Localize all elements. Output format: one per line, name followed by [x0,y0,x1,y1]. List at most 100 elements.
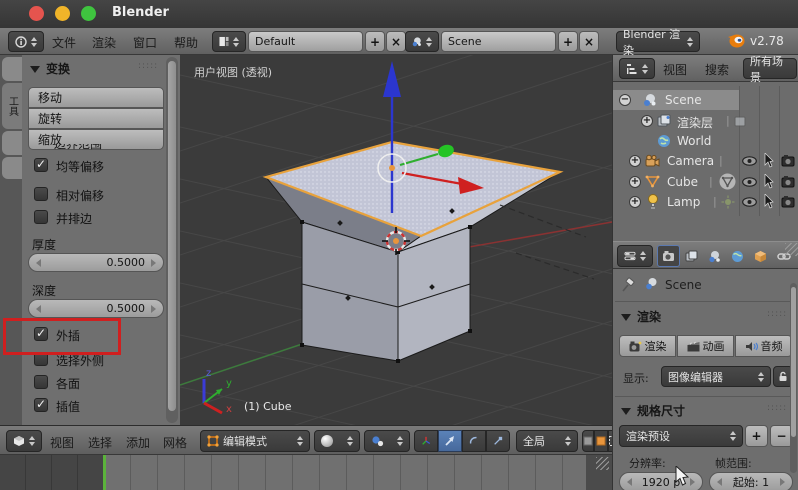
mesh-data-icon[interactable] [719,173,736,190]
visibility-eye-icon[interactable] [742,156,757,166]
properties-tab-object[interactable] [749,245,772,267]
menu-file[interactable]: 文件 [52,34,76,51]
selectability-cursor-icon[interactable] [763,174,774,189]
delete-scene-button[interactable]: × [579,31,599,52]
renderability-camera-icon[interactable] [781,195,796,208]
area-resize-corner[interactable] [785,243,798,256]
manipulator-toggle-button[interactable] [414,430,438,452]
tool-shelf-scrollbar[interactable] [166,57,178,423]
slider-left-arrow-icon[interactable] [717,478,722,486]
slider-right-arrow-icon[interactable] [689,478,695,486]
selectability-cursor-icon[interactable] [763,153,774,168]
outliner-row-renderlayers[interactable]: 渲染层 | [613,111,798,131]
shelf-tab-tools[interactable]: 工具 [2,83,22,129]
menu-help[interactable]: 帮助 [174,34,198,51]
outliner-menu-search[interactable]: 搜索 [705,61,729,78]
scene-icon-button[interactable] [405,31,439,52]
shelf-tab[interactable] [2,157,22,179]
renderability-camera-icon[interactable] [781,154,796,167]
area-resize-corner[interactable] [596,457,609,470]
depth-slider[interactable]: 0.5000 [28,299,164,318]
visibility-eye-icon[interactable] [742,197,757,207]
outliner-row-lamp[interactable]: Lamp | [613,192,798,212]
shelf-tab[interactable] [2,57,22,81]
screen-layout-name-field[interactable]: Default [248,31,363,52]
expand-icon[interactable] [629,176,641,188]
vertex-select-button[interactable] [582,430,594,452]
slider-right-arrow-icon[interactable] [151,258,156,267]
move-button[interactable]: 移动 [28,87,164,108]
animation-button[interactable]: 动画 [677,335,734,357]
editor-type-selector-outliner[interactable] [619,58,655,79]
minimize-window-button[interactable] [55,6,70,21]
panel-grip-icon[interactable] [767,403,787,413]
slider-left-arrow-icon[interactable] [36,258,41,267]
properties-tab-renderlayers[interactable] [680,245,703,267]
menu-select[interactable]: 选择 [88,434,112,451]
timeline-range[interactable] [104,455,586,490]
timeline-strip[interactable] [0,455,612,490]
slider-right-arrow-icon[interactable] [151,304,156,313]
even-offset-checkbox[interactable] [34,157,48,172]
edge-rail-checkbox[interactable] [34,210,48,224]
expand-icon[interactable] [629,155,641,167]
thickness-slider[interactable]: 0.5000 [28,253,164,272]
transform-panel-header[interactable]: 变换 [30,60,70,77]
slider-left-arrow-icon[interactable] [627,478,632,486]
add-preset-button[interactable]: + [745,425,768,447]
expand-icon[interactable] [629,196,641,208]
translate-manipulator-button[interactable] [438,430,462,452]
maximize-window-button[interactable] [81,6,96,21]
shelf-tab[interactable] [2,131,22,155]
renderability-camera-icon[interactable] [781,175,796,188]
slider-left-arrow-icon[interactable] [36,304,41,313]
properties-tab-world[interactable] [726,245,749,267]
individual-checkbox[interactable] [34,375,48,389]
properties-tab-render[interactable] [657,245,680,267]
panel-grip-icon[interactable] [138,61,158,71]
slider-right-arrow-icon[interactable] [779,478,785,486]
display-mode-dropdown[interactable]: 图像编辑器 [661,366,771,387]
delete-layout-button[interactable]: × [386,31,406,52]
outliner-row-camera[interactable]: Camera | [613,151,798,171]
properties-scrollbar[interactable] [790,283,797,473]
outliner-row-scene[interactable]: Scene [613,90,739,110]
outliner-filter-dropdown[interactable]: 所有场景 [743,55,797,84]
close-window-button[interactable] [29,6,44,21]
render-panel-header[interactable]: 渲染 [621,308,661,325]
orientation-dropdown[interactable]: 全局 [516,430,578,452]
menu-add[interactable]: 添加 [126,434,150,451]
resolution-x-slider[interactable]: 1920 p [619,472,703,490]
render-engine-dropdown[interactable]: Blender 渲染 [616,28,700,57]
render-presets-dropdown[interactable]: 渲染预设 [619,425,743,447]
menu-render[interactable]: 渲染 [92,34,116,51]
panel-grip-icon[interactable] [767,309,787,319]
properties-tab-scene[interactable] [703,245,726,267]
menu-window[interactable]: 窗口 [133,34,157,51]
menu-view[interactable]: 视图 [50,434,74,451]
pivot-point-dropdown[interactable] [364,430,410,452]
mode-dropdown[interactable]: 编辑模式 [200,430,310,452]
rotate-manipulator-button[interactable] [462,430,486,452]
expand-icon[interactable] [641,115,653,127]
screen-layout-icon-button[interactable] [212,31,246,52]
pin-icon[interactable] [621,277,637,293]
scene-name-field[interactable]: Scene [441,31,556,52]
rotate-button[interactable]: 旋转 [28,108,164,129]
current-frame-marker[interactable] [103,455,106,490]
outliner-menu-view[interactable]: 视图 [663,61,687,78]
frame-start-slider[interactable]: 起始: 1 [709,472,793,490]
audio-button[interactable]: 音频 [735,335,792,357]
render-button[interactable]: 渲染 [619,335,676,357]
outliner-row-world[interactable]: World [613,131,798,151]
add-scene-button[interactable]: + [558,31,578,52]
editor-type-selector-3dview[interactable] [6,430,42,452]
face-select-button[interactable] [594,430,608,452]
add-layout-button[interactable]: + [365,31,385,52]
timeline-before-range[interactable] [0,455,104,490]
outliner-row-cube[interactable]: Cube | [613,172,798,192]
selectability-cursor-icon[interactable] [763,194,774,209]
editor-type-selector-info[interactable] [8,31,44,52]
scale-manipulator-button[interactable] [486,430,510,452]
viewport-shading-dropdown[interactable] [314,430,360,452]
